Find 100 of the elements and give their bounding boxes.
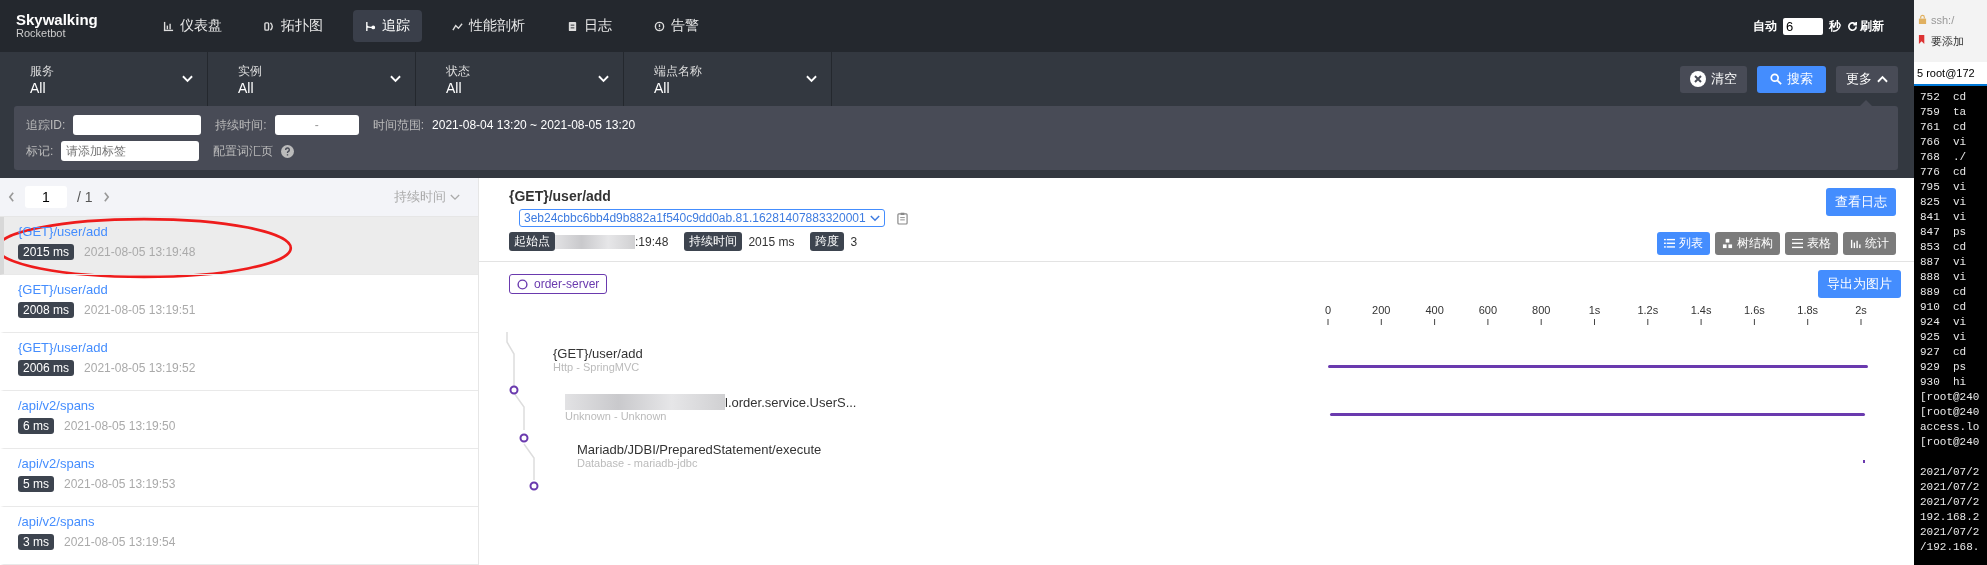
terminal-line: 924 vi bbox=[1920, 315, 1967, 330]
nav-tab[interactable]: 拓扑图 bbox=[252, 10, 335, 42]
terminal-line: 888 vi bbox=[1920, 270, 1967, 285]
nav-tab[interactable]: 日志 bbox=[555, 10, 624, 42]
terminal-line: [root@240 bbox=[1920, 390, 1980, 405]
help-icon[interactable] bbox=[281, 144, 295, 158]
brand-name: Skywalking bbox=[16, 12, 98, 29]
terminal-line: 887 vi bbox=[1920, 255, 1967, 270]
topology-icon bbox=[264, 20, 275, 32]
axis-tick: 400 bbox=[1425, 304, 1444, 326]
terminal-line: 929 ps bbox=[1920, 360, 1967, 375]
clipboard-icon[interactable] bbox=[896, 211, 908, 225]
tree-icon bbox=[1722, 238, 1733, 249]
chevron-down-icon bbox=[390, 75, 401, 83]
terminal-line: 761 cd bbox=[1920, 120, 1967, 135]
axis-tick: 800 bbox=[1532, 304, 1551, 326]
trace-item[interactable]: /api/v2/spans 5 ms 2021-08-05 13:19:53 bbox=[0, 449, 478, 507]
axis-tick: 200 bbox=[1372, 304, 1391, 326]
trace-title: {GET}/user/add bbox=[509, 188, 611, 204]
refresh-button[interactable]: 刷新 bbox=[1847, 17, 1884, 35]
span-count-label: 跨度 bbox=[810, 232, 845, 251]
terminal-line: 759 ta bbox=[1920, 105, 1967, 120]
terminal-line: 847 ps bbox=[1920, 225, 1967, 240]
bookmark-item[interactable]: 要添加 bbox=[1918, 33, 1987, 49]
terminal-line: 853 cd bbox=[1920, 240, 1967, 255]
nav-tab[interactable]: 追踪 bbox=[353, 10, 422, 42]
duration-label: 持续时间 bbox=[684, 232, 743, 251]
terminal-line: 825 vi bbox=[1920, 195, 1967, 210]
trace-item[interactable]: /api/v2/spans 3 ms 2021-08-05 13:19:54 bbox=[0, 507, 478, 565]
start-time: :19:48 bbox=[635, 234, 669, 249]
chevron-down-icon bbox=[806, 75, 817, 83]
trace-item[interactable]: {GET}/user/add 2008 ms 2021-08-05 13:19:51 bbox=[0, 275, 478, 333]
terminal-line: /192.168. bbox=[1920, 540, 1980, 555]
nav-tab[interactable]: 仪表盘 bbox=[151, 10, 234, 42]
trace-id-field[interactable] bbox=[73, 115, 202, 135]
axis-tick: 1.2s bbox=[1637, 304, 1659, 326]
chevron-down-icon bbox=[450, 193, 460, 201]
view-tab[interactable]: 统计 bbox=[1843, 232, 1896, 255]
lock-icon bbox=[1918, 13, 1927, 25]
field-label: 追踪ID: bbox=[26, 116, 66, 134]
field-label: 标记: bbox=[26, 142, 54, 160]
tags-field[interactable]: 请添加标签 bbox=[61, 141, 200, 161]
bar-chart-icon bbox=[1850, 238, 1861, 249]
bar-chart-icon bbox=[163, 20, 174, 32]
chevron-down-icon bbox=[182, 75, 193, 83]
next-page-icon[interactable] bbox=[102, 192, 110, 202]
nav-tab[interactable]: 告警 bbox=[642, 10, 711, 42]
page-field[interactable]: 1 bbox=[25, 186, 67, 208]
terminal-line: 2021/07/2 bbox=[1920, 465, 1980, 480]
terminal-line: 2021/07/2 bbox=[1920, 525, 1980, 540]
unit-label: 秒 bbox=[1829, 17, 1841, 35]
axis-tick: 1.6s bbox=[1744, 304, 1765, 326]
axis-tick: 1s bbox=[1588, 304, 1601, 326]
axis-tick: 1.4s bbox=[1690, 304, 1712, 326]
previous-page-icon[interactable] bbox=[8, 192, 15, 202]
trace-item[interactable]: {GET}/user/add 2015 ms 2021-08-05 13:19:48 bbox=[0, 217, 478, 275]
field-label: 持续时间: bbox=[215, 116, 267, 134]
terminal-line: 2021/07/2 bbox=[1920, 480, 1980, 495]
view-tab[interactable]: 树结构 bbox=[1715, 232, 1780, 255]
view-tab[interactable]: 表格 bbox=[1785, 232, 1838, 255]
search-icon bbox=[1770, 73, 1782, 85]
more-button[interactable]: 更多 bbox=[1836, 65, 1898, 93]
bookmark-icon bbox=[1918, 33, 1927, 45]
time-range[interactable]: 2021-08-04 13:20 ~ 2021-08-05 13:20 bbox=[432, 118, 636, 132]
trace-id-select[interactable]: 3eb24cbbc6bb4d9b882a1f540c9dd0ab.81.16281407883320001 bbox=[519, 209, 885, 227]
service-tag[interactable]: order-server bbox=[509, 274, 608, 294]
alert-icon bbox=[654, 20, 665, 32]
terminal-line: 927 cd bbox=[1920, 345, 1967, 360]
vocabulary-link[interactable]: 配置词汇页 bbox=[213, 142, 274, 160]
terminal-line: 910 cd bbox=[1920, 300, 1967, 315]
clear-button[interactable]: 清空 bbox=[1680, 65, 1747, 93]
axis-tick: 600 bbox=[1478, 304, 1498, 326]
terminal-line: 752 cd bbox=[1920, 90, 1967, 105]
span-count: 3 bbox=[850, 234, 858, 249]
terminal-line: 925 vi bbox=[1920, 330, 1967, 345]
terminal-line: 768 ./ bbox=[1920, 150, 1967, 165]
terminal-line: 776 cd bbox=[1920, 165, 1967, 180]
clear-icon bbox=[1690, 71, 1706, 87]
trace-item[interactable]: /api/v2/spans 6 ms 2021-08-05 13:19:50 bbox=[0, 391, 478, 449]
terminal-tab[interactable]: 5 root@172 bbox=[1914, 62, 1987, 86]
axis-tick: 1.8s bbox=[1797, 304, 1819, 326]
terminal-line: 766 vi bbox=[1920, 135, 1967, 150]
terminal-line: 2021/07/2 bbox=[1920, 495, 1980, 510]
interval-field[interactable]: 6 bbox=[1783, 17, 1823, 35]
span-name[interactable]: Mariadb/JDBI/PreparedStatement/execute bbox=[577, 442, 822, 457]
document-icon bbox=[567, 20, 578, 32]
terminal-line: 841 vi bbox=[1920, 210, 1967, 225]
start-label: 起始点 bbox=[509, 232, 555, 251]
span-name[interactable]: l.order.service.UserS... bbox=[725, 394, 857, 410]
nav-tab[interactable]: 性能剖析 bbox=[440, 10, 537, 42]
span-name[interactable]: {GET}/user/add bbox=[553, 346, 643, 361]
refresh-icon bbox=[1847, 20, 1858, 32]
trace-item[interactable]: {GET}/user/add 2006 ms 2021-08-05 13:19:52 bbox=[0, 333, 478, 391]
page-total: / 1 bbox=[77, 189, 93, 205]
span-component: Http - SpringMVC bbox=[553, 361, 640, 373]
field-label: 时间范围: bbox=[372, 116, 425, 134]
terminal-line: [root@240 bbox=[1920, 435, 1980, 450]
axis-tick: 2s bbox=[1855, 304, 1867, 326]
circle-icon bbox=[517, 278, 528, 290]
chevron-down-icon bbox=[598, 75, 609, 83]
